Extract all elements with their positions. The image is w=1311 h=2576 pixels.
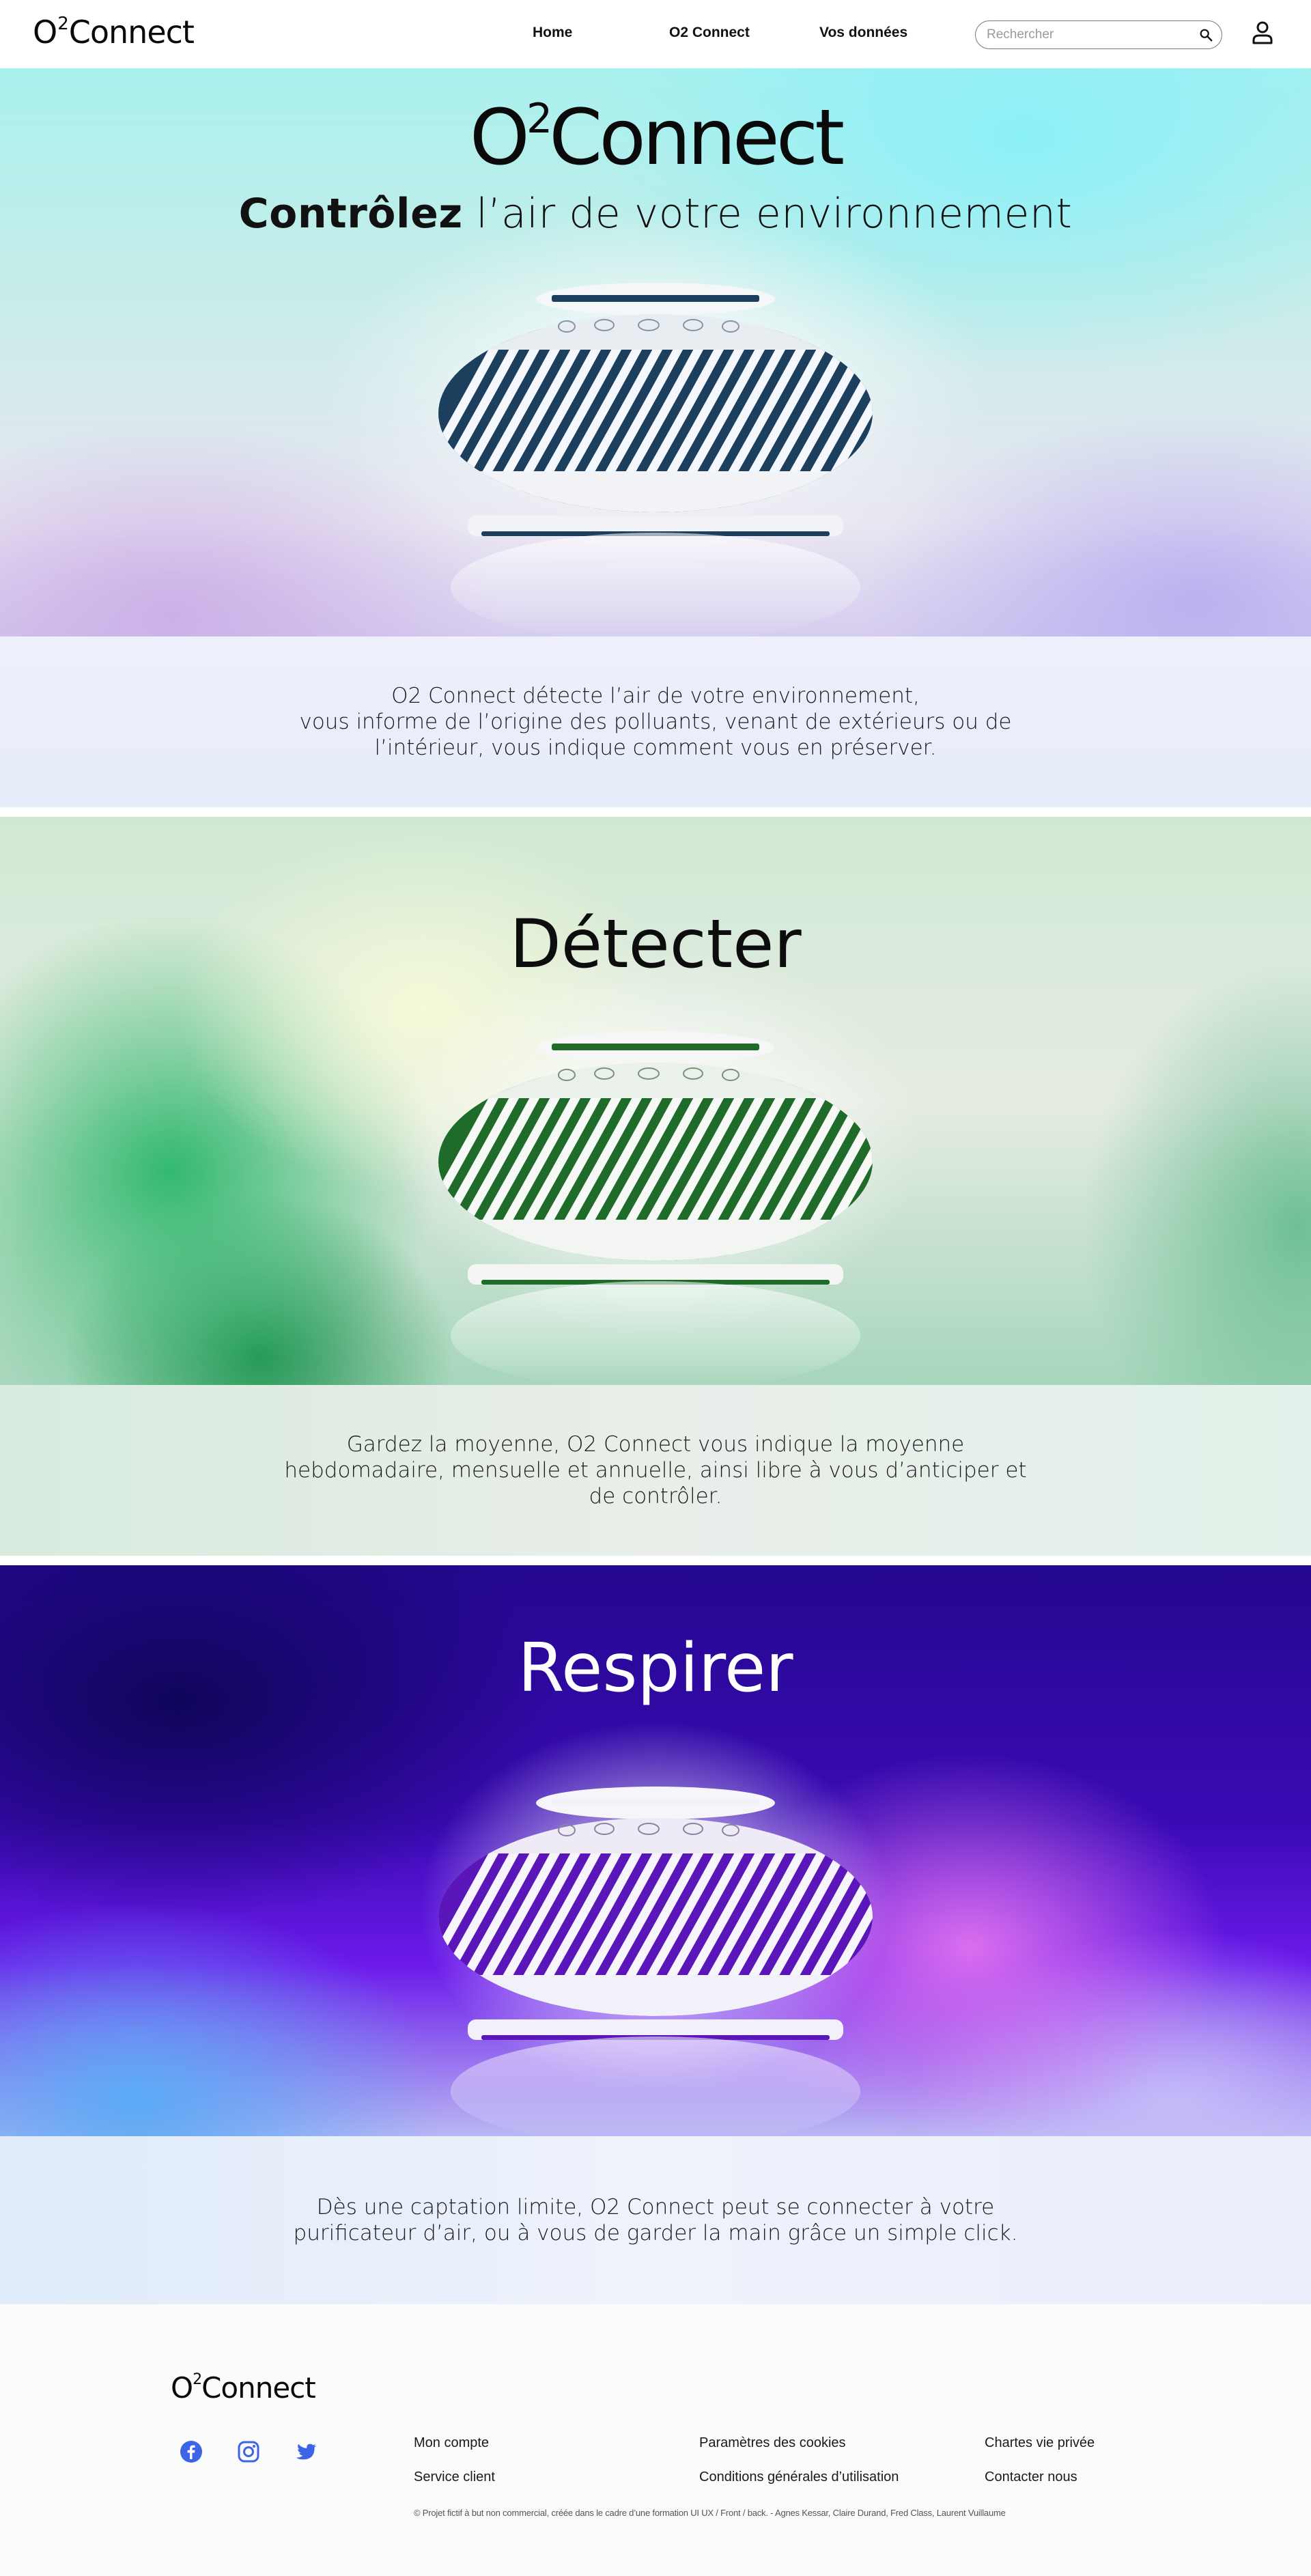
detect-description-band: Gardez la moyenne, O2 Connect vous indiq… bbox=[0, 1385, 1311, 1556]
copyright-text: © Projet fictif à but non commercial, cr… bbox=[414, 2508, 1006, 2518]
breathe-description: Dès une captation limite, O2 Connect peu… bbox=[293, 2195, 1018, 2245]
footer-logo-letter: O bbox=[171, 2371, 193, 2405]
logo-superscript: 2 bbox=[57, 14, 69, 34]
breathe-title: Respirer bbox=[518, 1629, 793, 1707]
facebook-icon[interactable] bbox=[179, 2439, 203, 2464]
breathe-section: Respirer bbox=[0, 1565, 1311, 2136]
search-input[interactable] bbox=[976, 27, 1181, 42]
instagram-icon[interactable] bbox=[236, 2439, 261, 2464]
footer-logo-wordmark: Connect bbox=[201, 2371, 316, 2405]
air-purifier-image-purple bbox=[438, 1787, 873, 2136]
detect-section: Détecter bbox=[0, 817, 1311, 1385]
header-logo[interactable]: O 2 Connect bbox=[33, 14, 195, 55]
main-nav: Home O2 Connect Vos données bbox=[505, 20, 942, 45]
hero-tagline: Contrôlez l’air de votre environnement bbox=[0, 190, 1311, 238]
hero-logo-letter: O bbox=[469, 94, 530, 182]
nav-o2-connect[interactable]: O2 Connect bbox=[669, 20, 819, 45]
tagline-bold: Contrôlez bbox=[238, 190, 463, 238]
detect-title: Détecter bbox=[509, 906, 802, 983]
search-icon[interactable] bbox=[1198, 27, 1213, 42]
logo-wordmark: Connect bbox=[68, 14, 195, 51]
air-purifier-image-green bbox=[438, 1031, 873, 1385]
breathe-description-band: Dès une captation limite, O2 Connect peu… bbox=[0, 2136, 1311, 2304]
twitter-icon[interactable] bbox=[294, 2439, 318, 2464]
footer-link-cookies[interactable]: Paramètres des cookies bbox=[699, 2435, 846, 2451]
search-box bbox=[975, 20, 1222, 49]
air-purifier-image-blue bbox=[438, 283, 873, 636]
footer-link-service-client[interactable]: Service client bbox=[414, 2469, 495, 2485]
hero-section: O2Connect Contrôlez l’air de votre envir… bbox=[0, 68, 1311, 636]
footer-logo-superscript: 2 bbox=[193, 2371, 202, 2388]
hero-description-band: O2 Connect détecte l’air de votre enviro… bbox=[0, 636, 1311, 807]
user-icon[interactable] bbox=[1251, 20, 1274, 45]
footer-logo[interactable]: O 2 Connect bbox=[171, 2371, 316, 2405]
footer-link-vie-privee[interactable]: Chartes vie privée bbox=[985, 2435, 1095, 2451]
footer-link-cgu[interactable]: Conditions générales d’utilisation bbox=[699, 2469, 899, 2485]
hero-logo: O2Connect bbox=[0, 97, 1311, 179]
footer-link-mon-compte[interactable]: Mon compte bbox=[414, 2435, 489, 2451]
footer-link-contact[interactable]: Contacter nous bbox=[985, 2469, 1077, 2485]
detect-description: Gardez la moyenne, O2 Connect vous indiq… bbox=[284, 1432, 1027, 1509]
tagline-rest: l’air de votre environnement bbox=[462, 190, 1073, 238]
hero-logo-superscript: 2 bbox=[526, 95, 552, 143]
nav-vos-donnees[interactable]: Vos données bbox=[819, 20, 942, 45]
social-links bbox=[179, 2439, 318, 2464]
hero-logo-wordmark: Connect bbox=[549, 94, 845, 182]
logo-letter: O bbox=[33, 14, 57, 51]
site-footer: O 2 Connect Mon compte Service client Para… bbox=[0, 2304, 1311, 2576]
hero-description: O2 Connect détecte l’air de votre enviro… bbox=[299, 684, 1012, 760]
nav-home[interactable]: Home bbox=[533, 20, 669, 45]
site-header: O 2 Connect Home O2 Connect Vos données bbox=[0, 0, 1311, 68]
